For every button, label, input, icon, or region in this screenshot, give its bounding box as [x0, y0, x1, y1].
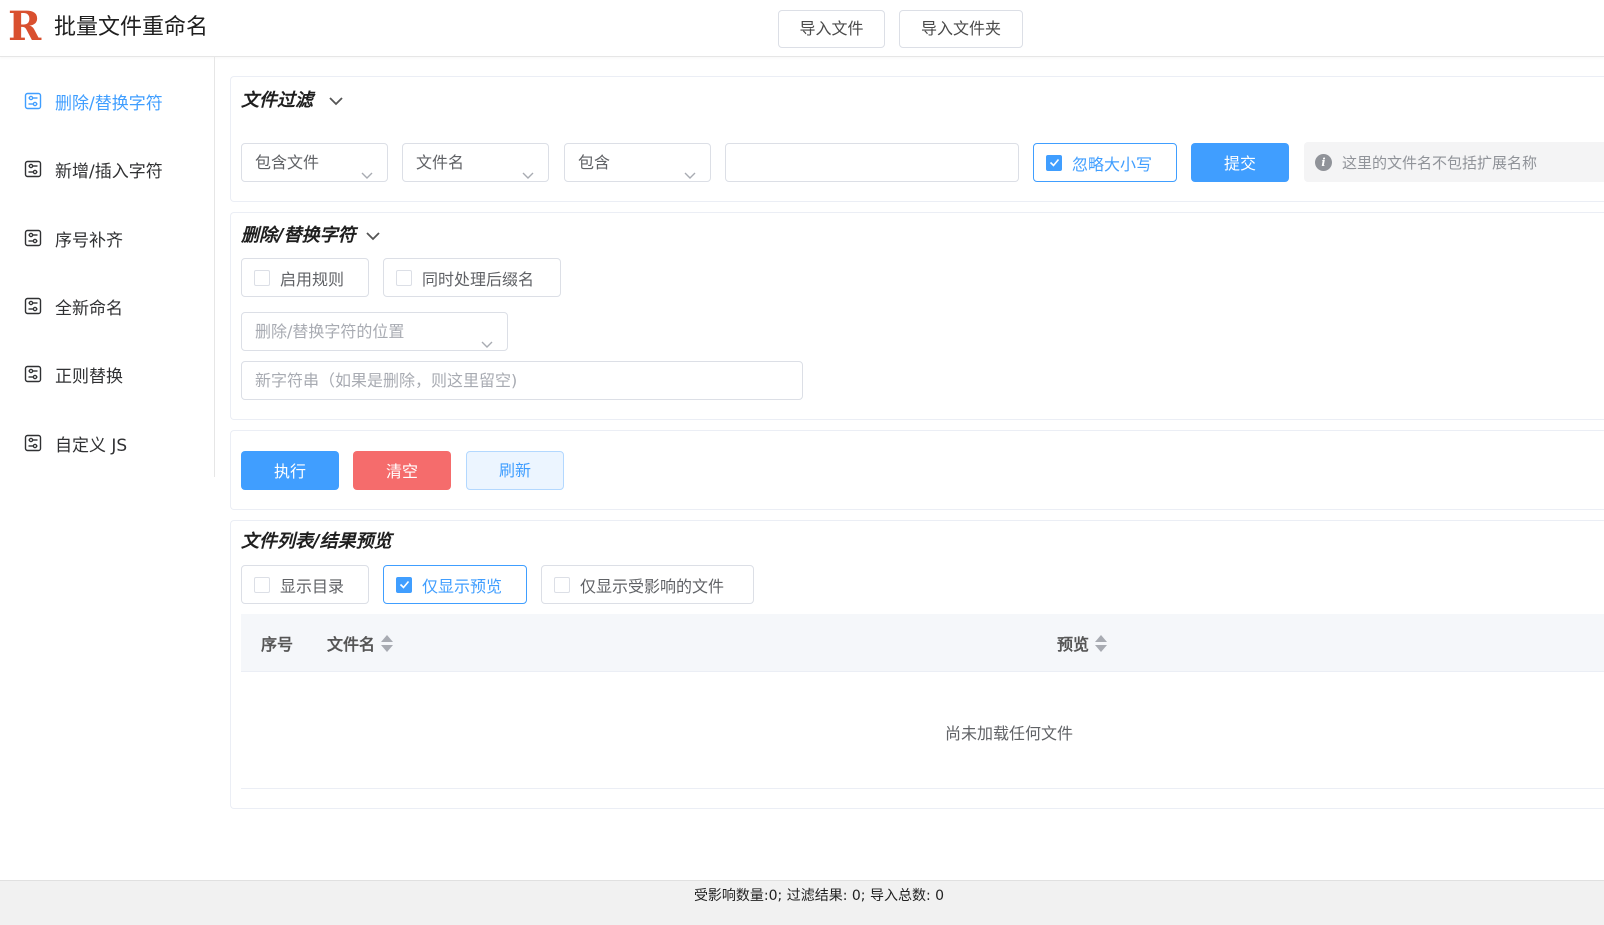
check-icon	[1046, 154, 1062, 171]
rule-title: 删除/替换字符	[241, 225, 356, 246]
submit-button[interactable]: 提交	[1191, 143, 1289, 182]
app-logo: R	[8, 3, 42, 50]
column-header-index: 序号	[261, 614, 293, 672]
filter-title: 文件过滤	[241, 90, 313, 111]
checkbox-box	[254, 269, 270, 286]
check-icon	[396, 576, 412, 593]
filter-target-select[interactable]: 文件名	[402, 143, 549, 182]
preview-only-checkbox[interactable]: 仅显示预览	[383, 565, 527, 604]
chevron-down-icon[interactable]	[363, 226, 383, 246]
show-dirs-checkbox[interactable]: 显示目录	[241, 565, 369, 604]
process-suffix-label: 同时处理后缀名	[422, 269, 535, 289]
rule-icon	[24, 365, 42, 383]
actions-panel: 执行 清空 刷新	[230, 430, 1604, 510]
chevron-down-icon[interactable]	[326, 91, 346, 111]
preview-only-label: 仅显示预览	[422, 576, 503, 596]
new-string-input[interactable]	[241, 361, 803, 400]
enable-rule-checkbox[interactable]: 启用规则	[241, 258, 369, 297]
table-body: 尚未加载任何文件	[241, 672, 1604, 789]
sidebar-item-label: 新增/插入字符	[55, 161, 163, 182]
rule-icon	[24, 297, 42, 315]
affected-only-label: 仅显示受影响的文件	[580, 576, 725, 596]
column-header-label: 文件名	[327, 635, 376, 654]
process-suffix-checkbox[interactable]: 同时处理后缀名	[383, 258, 561, 297]
sidebar-item-sequence-pad[interactable]: 序号补齐	[24, 223, 123, 253]
show-dirs-label: 显示目录	[280, 576, 345, 596]
filter-tip-text: 这里的文件名不包括扩展名称	[1342, 153, 1538, 172]
app-title: 批量文件重命名	[54, 15, 209, 40]
position-select[interactable]: 删除/替换字符的位置	[241, 312, 508, 351]
status-text: 受影响数量:0; 过滤结果: 0; 导入总数: 0	[693, 888, 945, 904]
import-files-button[interactable]: 导入文件	[778, 10, 885, 48]
filter-condition-select[interactable]: 包含	[564, 143, 711, 182]
rule-icon	[24, 434, 42, 452]
filter-text-input[interactable]	[725, 143, 1019, 182]
import-folder-button[interactable]: 导入文件夹	[899, 10, 1023, 48]
rule-panel: 删除/替换字符 启用规则 同时处理后缀名 删除/替换字符的位置	[230, 212, 1604, 420]
affected-only-checkbox[interactable]: 仅显示受影响的文件	[541, 565, 754, 604]
table-header: 序号 文件名 预览	[241, 614, 1604, 672]
chevron-down-icon	[481, 326, 493, 348]
sidebar-item-regex-replace[interactable]: 正则替换	[24, 359, 123, 389]
column-header-label: 序号	[261, 635, 294, 654]
filter-target-value: 文件名	[416, 153, 465, 172]
file-list-panel: 文件列表/结果预览 显示目录 仅显示预览 仅显示受影响的文件 序号 文件名 预览…	[230, 520, 1604, 809]
sidebar-item-custom-js[interactable]: 自定义 JS	[24, 428, 127, 458]
rule-icon	[24, 160, 42, 178]
info-icon: i	[1315, 153, 1332, 171]
position-placeholder: 删除/替换字符的位置	[255, 322, 405, 341]
sidebar-item-label: 自定义 JS	[55, 435, 128, 456]
sort-icon[interactable]	[1095, 634, 1108, 652]
sidebar-item-label: 删除/替换字符	[55, 93, 163, 114]
sidebar: 删除/替换字符 新增/插入字符 序号补齐 全新命名 正则替换 自定义 JS	[0, 57, 215, 477]
clear-button[interactable]: 清空	[353, 451, 451, 490]
checkbox-box	[554, 576, 570, 593]
enable-rule-label: 启用规则	[280, 269, 345, 289]
file-list-title: 文件列表/结果预览	[241, 531, 392, 552]
column-header-label: 预览	[1057, 635, 1090, 654]
filter-mode-select[interactable]: 包含文件	[241, 143, 388, 182]
ignore-case-checkbox[interactable]: 忽略大小写	[1033, 143, 1177, 182]
rule-icon	[24, 92, 42, 110]
sort-icon[interactable]	[381, 634, 394, 652]
chevron-down-icon	[522, 157, 534, 179]
column-header-preview[interactable]: 预览	[1057, 614, 1108, 672]
sidebar-item-label: 序号补齐	[55, 230, 123, 251]
rule-icon	[24, 229, 42, 247]
execute-button[interactable]: 执行	[241, 451, 339, 490]
sidebar-item-delete-replace[interactable]: 删除/替换字符	[24, 86, 163, 116]
chevron-down-icon	[684, 157, 696, 179]
app-header: R 批量文件重命名 导入文件 导入文件夹	[0, 0, 1604, 57]
sidebar-item-label: 正则替换	[55, 366, 123, 387]
checkbox-box	[254, 576, 270, 593]
filter-mode-value: 包含文件	[255, 153, 320, 172]
empty-table-text: 尚未加载任何文件	[944, 724, 1073, 743]
sidebar-item-label: 全新命名	[55, 298, 123, 319]
refresh-button[interactable]: 刷新	[466, 451, 564, 490]
chevron-down-icon	[361, 157, 373, 179]
sidebar-item-new-name[interactable]: 全新命名	[24, 291, 123, 321]
column-header-filename[interactable]: 文件名	[327, 614, 394, 672]
filter-condition-value: 包含	[578, 153, 611, 172]
ignore-case-label: 忽略大小写	[1072, 154, 1153, 174]
filter-tip: i 这里的文件名不包括扩展名称	[1304, 142, 1604, 182]
sidebar-item-add-insert[interactable]: 新增/插入字符	[24, 154, 163, 184]
checkbox-box	[396, 269, 412, 286]
status-bar: 受影响数量:0; 过滤结果: 0; 导入总数: 0	[0, 880, 1604, 925]
filter-panel: 文件过滤 包含文件 文件名 包含 忽略大小写 提交 i 这里的文件名不包括扩展名…	[230, 76, 1604, 202]
